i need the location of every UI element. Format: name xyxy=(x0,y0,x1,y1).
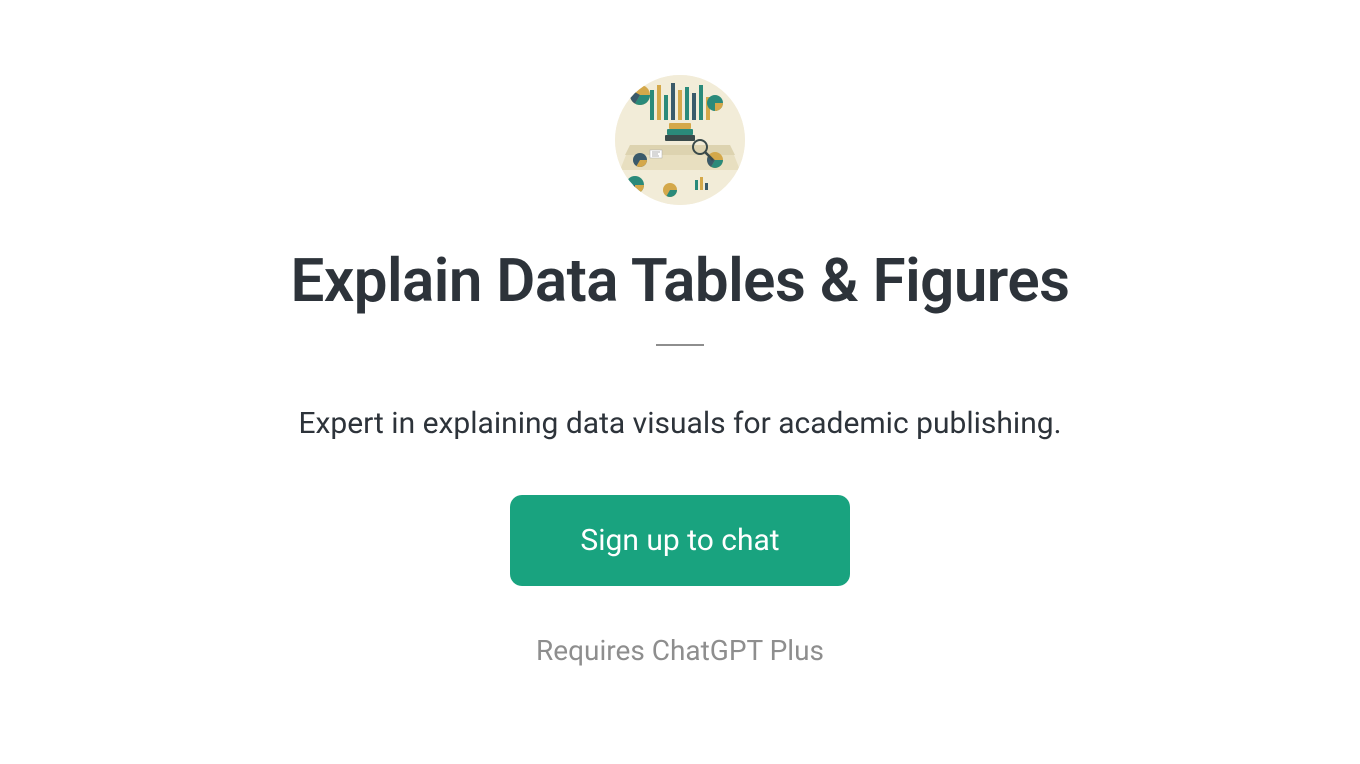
gpt-title: Explain Data Tables & Figures xyxy=(291,245,1070,316)
divider xyxy=(656,344,704,346)
gpt-avatar xyxy=(615,75,745,205)
gpt-description: Expert in explaining data visuals for ac… xyxy=(298,406,1061,441)
signup-button[interactable]: Sign up to chat xyxy=(510,495,849,586)
requirement-text: Requires ChatGPT Plus xyxy=(536,634,824,667)
